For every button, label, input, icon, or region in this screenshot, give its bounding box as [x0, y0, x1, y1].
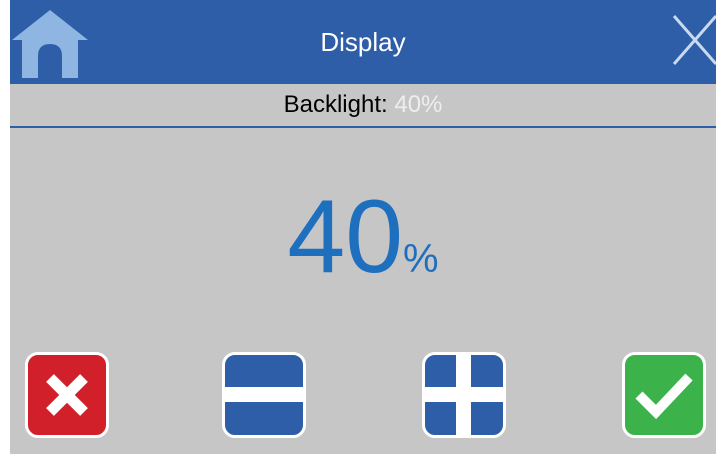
cancel-x-icon	[46, 374, 88, 416]
decrease-button[interactable]	[222, 352, 306, 438]
title-bar: Display	[10, 0, 716, 84]
close-icon	[672, 15, 716, 65]
display-settings-screen: Display Backlight: 40% 40%	[10, 0, 716, 454]
backlight-value-display: 40%	[10, 182, 716, 292]
backlight-status: Backlight: 40%	[10, 84, 716, 128]
confirm-button[interactable]	[622, 352, 706, 438]
minus-icon	[225, 387, 303, 402]
backlight-status-value: 40%	[394, 91, 443, 118]
backlight-unit: %	[403, 237, 439, 281]
backlight-value: 40	[287, 179, 404, 295]
checkmark-icon	[635, 373, 693, 420]
home-button[interactable]	[10, 6, 90, 78]
home-icon	[12, 10, 88, 78]
plus-icon	[425, 355, 503, 435]
backlight-label: Backlight:	[283, 91, 388, 118]
cancel-button[interactable]	[25, 352, 109, 438]
page-title: Display	[320, 27, 406, 57]
increase-button[interactable]	[422, 352, 506, 438]
close-button[interactable]	[666, 0, 716, 80]
